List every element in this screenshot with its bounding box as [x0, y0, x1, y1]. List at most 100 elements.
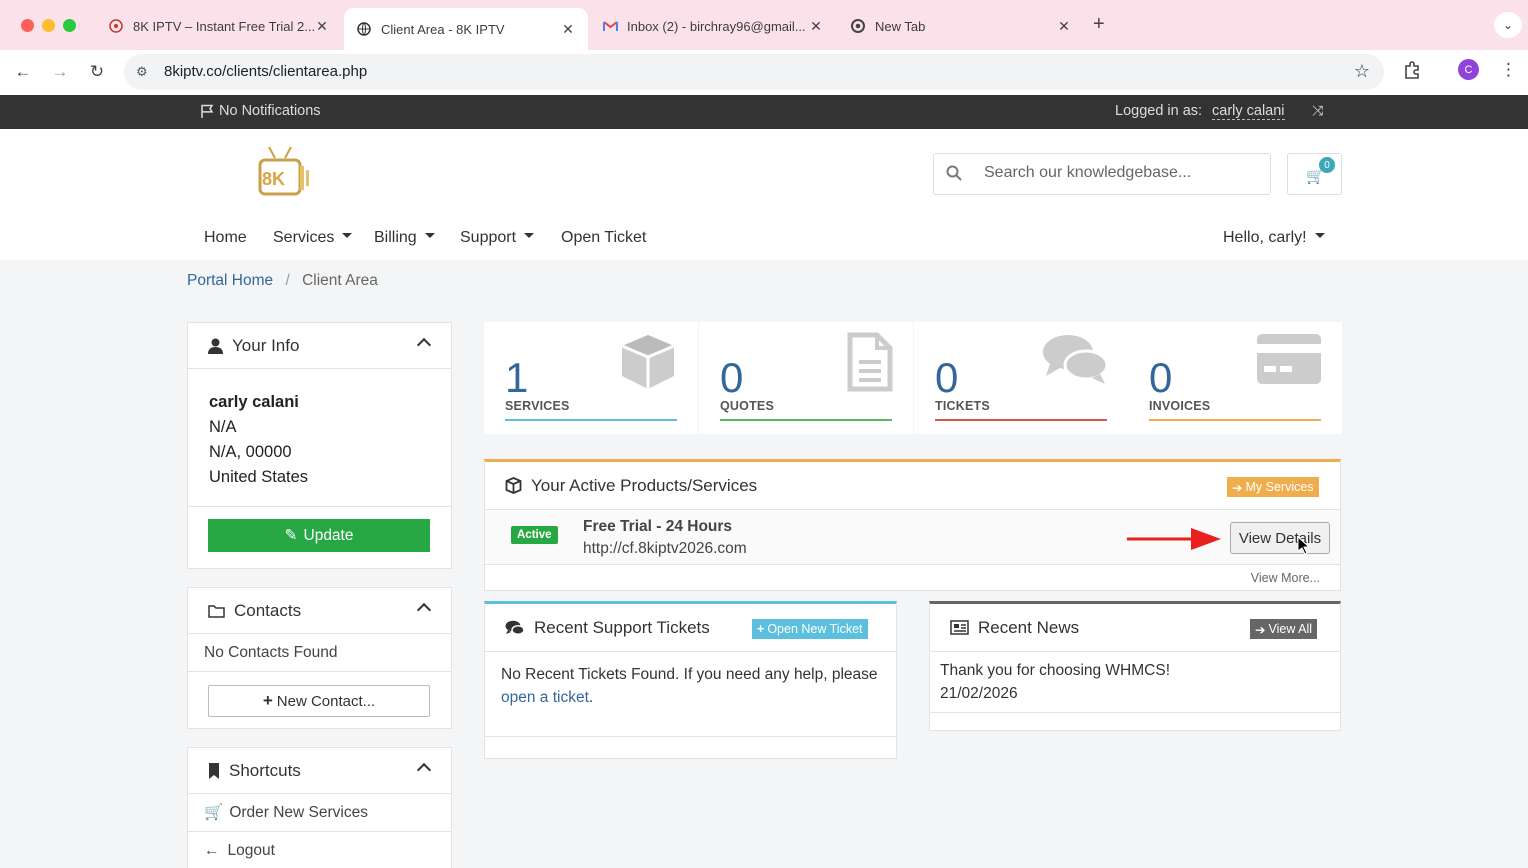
your-info-body: carly calani N/A N/A, 00000 United State…	[188, 369, 451, 506]
forward-arrow-icon[interactable]: →	[47, 59, 73, 85]
chrome-icon	[850, 18, 866, 34]
stat-underline	[720, 419, 892, 421]
bookmark-star-icon[interactable]: ☆	[1354, 61, 1370, 82]
contacts-panel: Contacts No Contacts Found + New Contact…	[187, 587, 452, 729]
file-text-icon	[847, 332, 893, 392]
address-bar[interactable]: ⚙ 8kiptv.co/clients/clientarea.php ☆	[124, 54, 1384, 90]
breadcrumb-portal-home[interactable]: Portal Home	[187, 272, 273, 289]
folder-icon	[208, 604, 225, 618]
cart-button[interactable]: 🛒 0	[1287, 153, 1342, 195]
stat-underline	[505, 419, 677, 421]
news-item[interactable]: Thank you for choosing WHMCS! 21/02/2026	[930, 652, 1340, 713]
product-footer: View More...	[485, 565, 1340, 591]
gmail-icon	[602, 18, 618, 34]
open-new-ticket-button[interactable]: + Open New Ticket	[752, 619, 868, 639]
new-contact-label: New Contact...	[276, 692, 376, 710]
nav-services-label: Services	[273, 229, 335, 246]
stat-tile-invoices[interactable]: 0 INVOICES	[1128, 322, 1342, 434]
browser-tab-bar: 8K IPTV – Instant Free Trial 2... ✕ Clie…	[0, 0, 1528, 50]
recent-news-title: Recent News	[978, 617, 1080, 637]
shortcut-logout[interactable]: ← Logout	[188, 832, 451, 868]
news-date: 21/02/2026	[940, 685, 1018, 702]
switch-user-icon[interactable]: ⤨	[1312, 102, 1323, 119]
your-info-header[interactable]: Your Info	[188, 323, 451, 369]
tab-close-icon[interactable]: ✕	[560, 21, 576, 38]
update-footer: ✎ Update	[188, 506, 451, 564]
stat-value: 1	[505, 354, 529, 401]
view-all-news-button[interactable]: ➔ View All	[1250, 619, 1318, 639]
update-label: Update	[303, 526, 354, 544]
nav-support[interactable]: Support	[460, 229, 535, 247]
chevron-up-icon[interactable]	[416, 337, 432, 353]
caret-down-icon	[524, 233, 535, 239]
chevron-up-icon[interactable]	[416, 602, 432, 618]
browser-tab-8kiptv-trial[interactable]: 8K IPTV – Instant Free Trial 2... ✕	[96, 8, 342, 44]
contacts-header[interactable]: Contacts	[188, 588, 451, 634]
update-button[interactable]: ✎ Update	[208, 519, 430, 552]
nav-open-ticket[interactable]: Open Ticket	[561, 229, 646, 247]
open-ticket-link[interactable]: open a ticket	[501, 689, 589, 706]
client-address-line2: N/A, 00000	[209, 443, 292, 461]
client-country: United States	[209, 468, 309, 486]
cart-icon: 🛒	[204, 804, 224, 821]
cart-count-badge: 0	[1319, 157, 1335, 173]
nav-home[interactable]: Home	[204, 229, 247, 247]
comments-icon	[505, 620, 525, 636]
window-minimize-button[interactable]	[42, 19, 55, 32]
stat-value: 0	[720, 354, 744, 401]
arrow-left-icon: ←	[204, 842, 220, 859]
profile-avatar[interactable]: C	[1458, 59, 1479, 80]
notifications-link[interactable]: No Notifications	[200, 103, 321, 119]
knowledgebase-search-input[interactable]	[984, 164, 1254, 182]
recent-tickets-title: Recent Support Tickets	[534, 617, 710, 637]
window-maximize-button[interactable]	[63, 19, 76, 32]
stat-tile-services[interactable]: 1 SERVICES	[484, 322, 698, 434]
window-close-button[interactable]	[21, 19, 34, 32]
shortcuts-header[interactable]: Shortcuts	[188, 748, 451, 794]
view-details-button[interactable]: View Details	[1230, 522, 1330, 554]
site-logo[interactable]: 8K	[255, 144, 313, 202]
logo-text: 8K	[262, 169, 286, 189]
breadcrumb: Portal Home / Client Area	[187, 272, 378, 290]
nav-billing[interactable]: Billing	[374, 229, 435, 247]
browser-tab-gmail[interactable]: Inbox (2) - birchray96@gmail... ✕	[590, 8, 836, 44]
browser-toolbar: ← → ↻ ⚙ 8kiptv.co/clients/clientarea.php…	[0, 50, 1528, 95]
site-settings-icon[interactable]: ⚙	[136, 64, 148, 80]
tab-search-chevron-icon[interactable]: ⌄	[1494, 12, 1522, 38]
tab-close-icon[interactable]: ✕	[808, 18, 824, 35]
browser-tab-client-area[interactable]: Client Area - 8K IPTV ✕	[344, 8, 588, 50]
new-contact-button[interactable]: + New Contact...	[208, 685, 430, 717]
pencil-icon: ✎	[284, 527, 298, 544]
new-tab-button[interactable]: +	[1093, 13, 1105, 36]
knowledgebase-search	[933, 153, 1271, 195]
mouse-cursor-icon	[1297, 536, 1309, 554]
tab-title: New Tab	[875, 18, 926, 34]
contacts-title: Contacts	[234, 600, 302, 620]
nav-support-label: Support	[460, 229, 517, 246]
stat-tile-quotes[interactable]: 0 QUOTES	[699, 322, 913, 434]
view-more-link[interactable]: View More...	[1251, 571, 1320, 585]
credit-card-icon	[1257, 334, 1321, 384]
tab-title: 8K IPTV – Instant Free Trial 2...	[133, 18, 314, 34]
cube-icon	[621, 335, 675, 389]
nav-account-menu[interactable]: Hello, carly!	[1223, 229, 1325, 247]
tab-close-icon[interactable]: ✕	[314, 18, 330, 35]
nav-services[interactable]: Services	[273, 229, 353, 247]
my-services-button[interactable]: ➔ My Services	[1227, 477, 1319, 497]
address-url[interactable]: 8kiptv.co/clients/clientarea.php	[164, 63, 367, 80]
shortcut-order-new-services[interactable]: 🛒 Order New Services	[188, 794, 451, 832]
contacts-empty-row: No Contacts Found	[188, 634, 451, 672]
extensions-icon[interactable]	[1403, 60, 1422, 84]
tab-close-icon[interactable]: ✕	[1056, 18, 1072, 35]
logged-in-user[interactable]: carly calani	[1212, 103, 1285, 120]
chevron-up-icon[interactable]	[416, 762, 432, 778]
reload-icon[interactable]: ↻	[84, 59, 110, 85]
red-arrow-annotation	[1127, 528, 1221, 550]
stat-tile-tickets[interactable]: 0 TICKETS	[914, 322, 1128, 434]
browser-tab-new[interactable]: New Tab ✕	[838, 8, 1084, 44]
search-icon[interactable]	[946, 165, 962, 181]
nav-greeting: Hello, carly!	[1223, 229, 1307, 246]
back-arrow-icon[interactable]: ←	[10, 59, 36, 85]
browser-menu-icon[interactable]: ⋮	[1500, 60, 1517, 80]
shortcuts-panel: Shortcuts 🛒 Order New Services ← Logout	[187, 747, 452, 868]
